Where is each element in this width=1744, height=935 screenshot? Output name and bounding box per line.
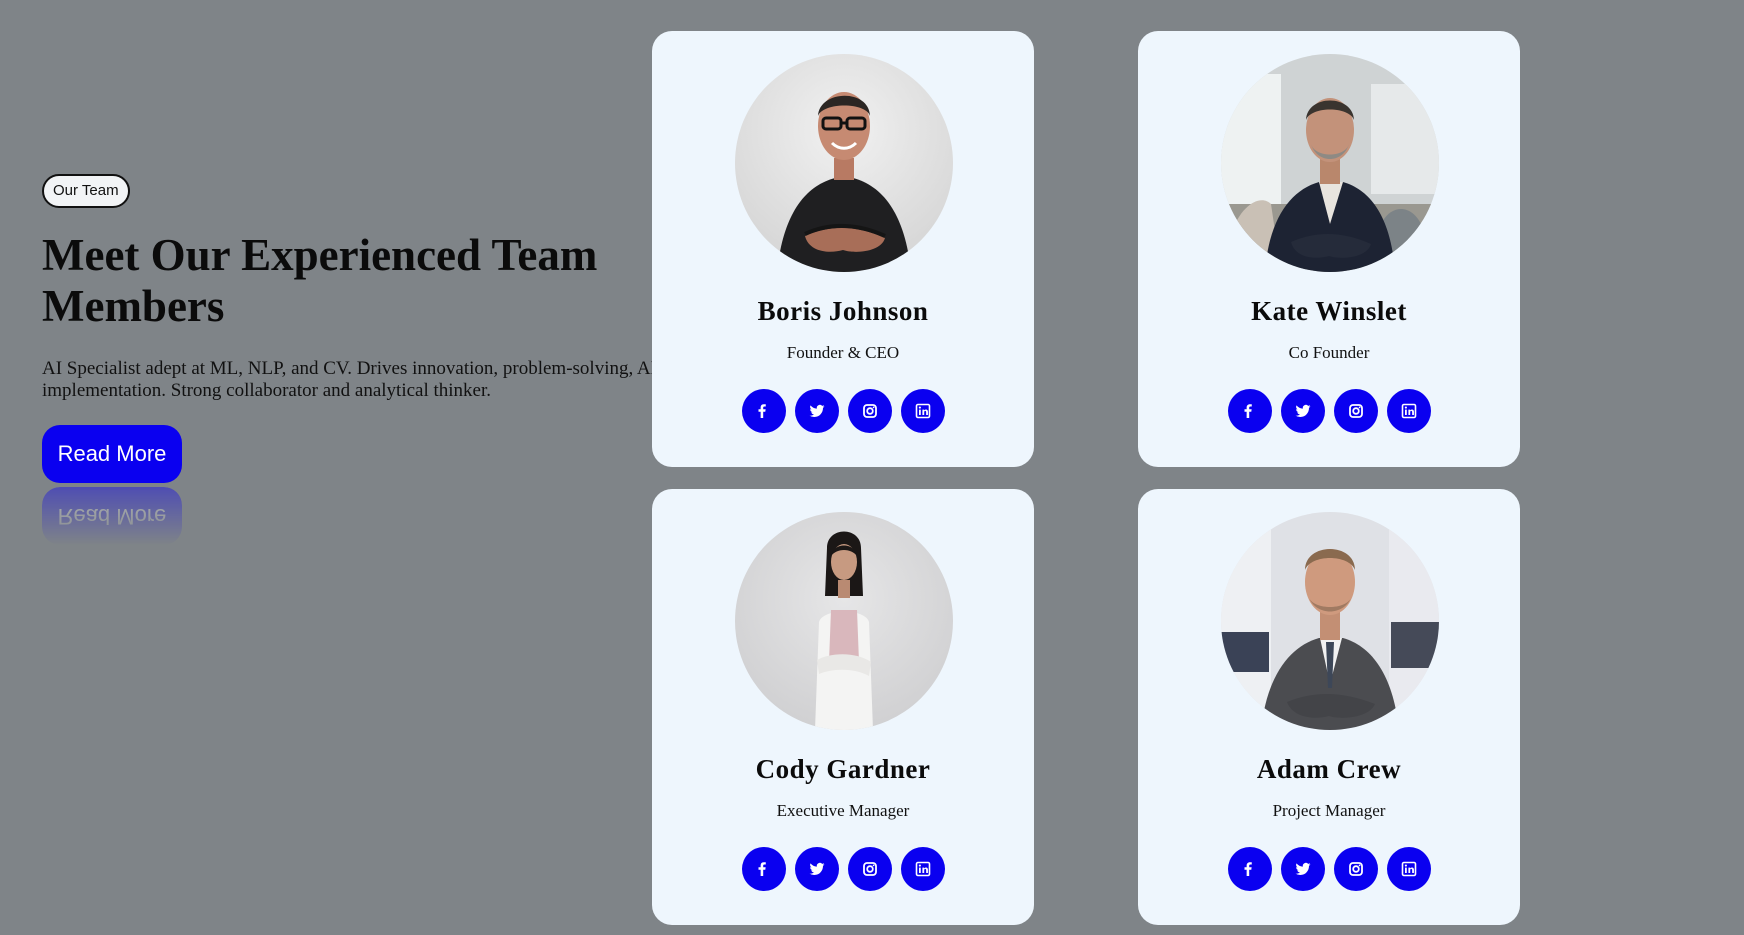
member-name: Boris Johnson [757,296,929,326]
instagram-icon[interactable] [1333,847,1378,891]
member-role: Co Founder [1288,343,1370,362]
team-intro: Our Team Meet Our Experienced Team Membe… [42,174,682,483]
team-card: Boris Johnson Founder & CEO [652,31,1034,467]
member-photo [1221,512,1439,730]
social-links [652,847,1034,891]
member-photo [1221,54,1439,272]
member-role: Project Manager [1272,801,1386,820]
twitter-icon[interactable] [794,389,839,433]
facebook-icon[interactable] [741,389,786,433]
social-links [1138,847,1520,891]
linkedin-icon[interactable] [1386,847,1431,891]
twitter-icon[interactable] [794,847,839,891]
linkedin-icon[interactable] [900,847,945,891]
facebook-icon[interactable] [1227,389,1272,433]
facebook-icon[interactable] [1227,847,1272,891]
instagram-icon[interactable] [1333,389,1378,433]
team-card: Kate Winslet Co Founder [1138,31,1520,467]
facebook-icon[interactable] [741,847,786,891]
social-links [652,389,1034,433]
instagram-icon[interactable] [847,389,892,433]
member-role: Executive Manager [776,801,910,820]
linkedin-icon[interactable] [900,389,945,433]
page-title: Meet Our Experienced Team Members [42,230,598,331]
linkedin-icon[interactable] [1386,389,1431,433]
member-name: Kate Winslet [1251,296,1407,326]
team-card: Cody Gardner Executive Manager [652,489,1034,925]
twitter-icon[interactable] [1280,847,1325,891]
social-links [1138,389,1520,433]
member-role: Founder & CEO [786,343,900,362]
read-more-button[interactable]: Read More [42,425,182,483]
team-card: Adam Crew Project Manager [1138,489,1520,925]
team-description: AI Specialist adept at ML, NLP, and CV. … [42,358,657,401]
instagram-icon[interactable] [847,847,892,891]
twitter-icon[interactable] [1280,389,1325,433]
member-photo [735,54,953,272]
member-photo [735,512,953,730]
member-name: Cody Gardner [755,754,931,784]
read-more-button-reflection: Read More [42,487,182,545]
member-name: Adam Crew [1256,754,1402,784]
our-team-badge: Our Team [42,174,130,208]
